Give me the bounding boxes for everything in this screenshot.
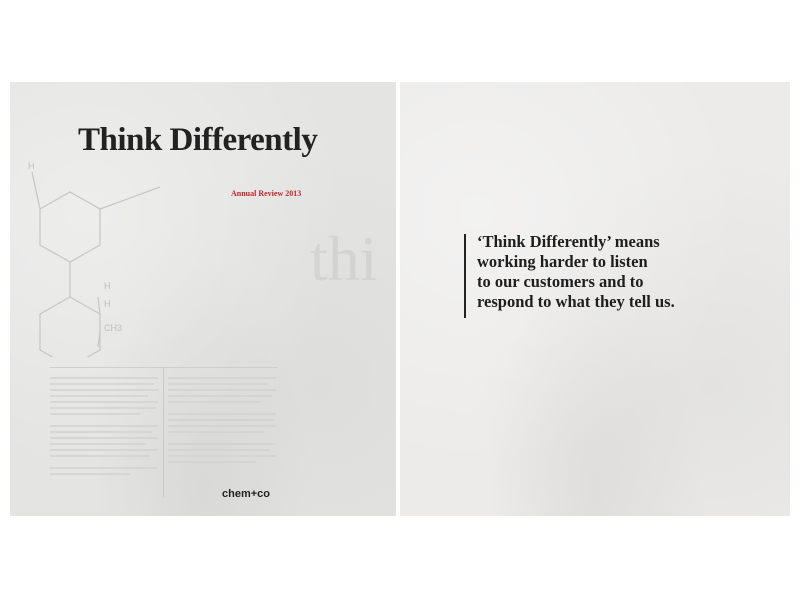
column-divider: [163, 367, 164, 497]
faint-text-column-left: [50, 377, 158, 475]
cover-page: thi H H H CH3 Think Differently Annual R…: [10, 82, 396, 516]
cover-title: Think Differently: [78, 122, 318, 158]
molecule-label-ch3: CH3: [104, 323, 122, 333]
molecule-label-h1: H: [28, 161, 35, 171]
quote-line: ‘Think Differently’ means: [477, 232, 660, 251]
molecule-label-h2: H: [104, 281, 111, 291]
column-rule: [50, 367, 278, 368]
company-logo: chem+co: [222, 488, 270, 500]
quote-line: working harder to listen: [477, 252, 648, 271]
faint-text-column-right: [168, 377, 276, 463]
inner-page: ‘Think Differently’ means working harder…: [400, 82, 790, 516]
background-word: thi: [310, 223, 378, 294]
cover-subtitle: Annual Review 2013: [231, 189, 302, 198]
quote-line: respond to what they tell us.: [477, 292, 675, 311]
quote-bar: [464, 234, 466, 318]
quote-line: to our customers and to: [477, 272, 644, 291]
molecule-label-h3: H: [104, 299, 111, 309]
molecule-illustration: H H H CH3: [28, 161, 161, 357]
pull-quote: ‘Think Differently’ means working harder…: [477, 232, 777, 312]
